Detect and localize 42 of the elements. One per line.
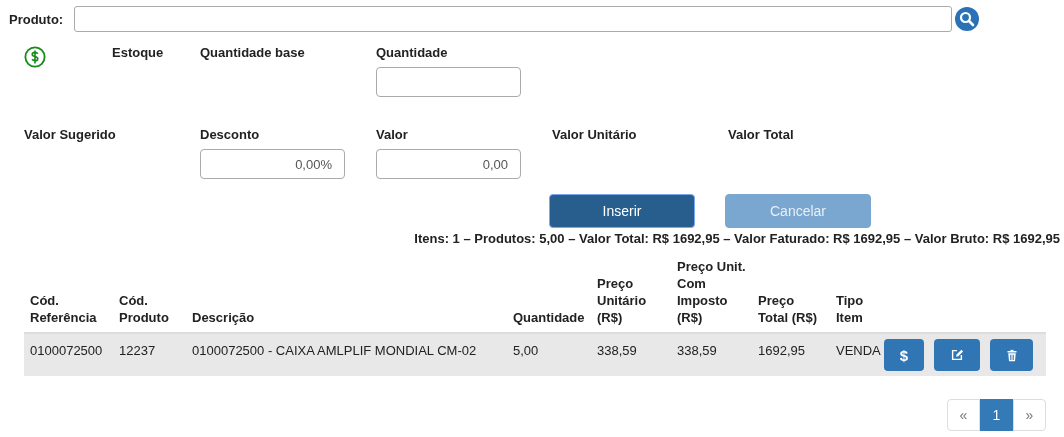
edit-button[interactable] (934, 339, 980, 371)
page-button[interactable]: » (1013, 399, 1046, 431)
field-label: Desconto (200, 127, 260, 143)
field-label: Valor Unitário (552, 127, 637, 143)
field-label: Quantidade (376, 45, 448, 61)
field-label: Valor Sugerido (24, 127, 116, 143)
column-header: Quantidade (513, 309, 585, 326)
delete-button[interactable] (990, 339, 1033, 371)
table-cell: VENDA (836, 343, 881, 358)
trash-icon (1005, 348, 1018, 362)
table-cell: 0100072500 - CAIXA AMLPLIF MONDIAL CM-02 (192, 343, 477, 358)
table-cell: 1692,95 (758, 343, 805, 358)
input-field[interactable]: 0,00 (376, 149, 521, 179)
table-cell: 338,59 (677, 343, 717, 358)
column-header: Preço Unitário (R$) (597, 275, 647, 326)
summary-text: Itens: 1 – Produtos: 5,00 – Valor Total: R$ 1692,95 – Valor Faturado: R$ 1692,95 – Valor Bruto: R$ 1692,95 (413, 231, 1061, 246)
search-icon[interactable] (955, 7, 979, 31)
input-field[interactable]: 0,00% (200, 149, 345, 179)
column-header: Preço Unit. Com Imposto (R$) (677, 258, 746, 326)
table-row[interactable]: 0100072500 12237 0100072500 - CAIXA AMLPLIF MONDIAL CM-02 5,00 338,59 338,59 1692,95 VENDA $ (24, 333, 1046, 376)
product-field[interactable] (74, 6, 952, 32)
page-button[interactable]: 1 (980, 399, 1013, 431)
column-header: Descrição (192, 309, 255, 326)
page-button[interactable]: « (947, 399, 980, 431)
column-header: Tipo Item (836, 292, 864, 326)
column-header: Cód. Referência (30, 292, 97, 326)
table-cell: 5,00 (513, 343, 539, 358)
field-label: Valor (376, 127, 408, 143)
input-field[interactable] (376, 67, 521, 97)
table-cell: 338,59 (597, 343, 637, 358)
price-button[interactable]: $ (884, 339, 924, 371)
edit-icon (950, 348, 964, 362)
field-label: Estoque (112, 45, 164, 61)
dollar-icon[interactable] (24, 46, 46, 68)
column-header: Cód. Produto (119, 292, 169, 326)
insert-button[interactable]: Inserir (549, 194, 695, 228)
column-header: Preço Total (R$) (758, 292, 817, 326)
table-cell: 12237 (119, 343, 156, 358)
product-label: Produto: (9, 11, 65, 27)
field-label: Quantidade base (200, 45, 305, 61)
field-label: Valor Total (728, 127, 794, 143)
table-cell: 0100072500 (30, 343, 103, 358)
